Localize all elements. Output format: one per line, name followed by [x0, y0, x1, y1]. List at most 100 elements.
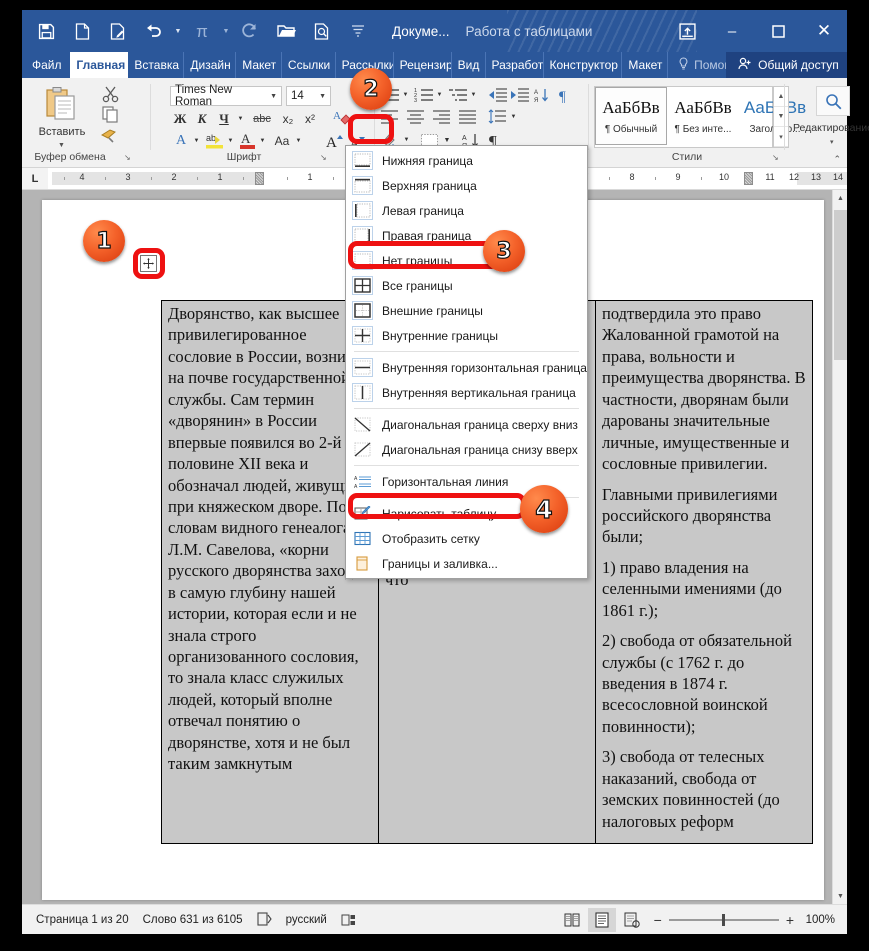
menu-item-border-outside[interactable]: Внешние границы: [346, 298, 587, 323]
style-card-no-spacing[interactable]: АаБбВв ¶ Без инте...: [667, 87, 739, 145]
tab-developer[interactable]: Разработчик: [486, 52, 544, 78]
customize-qat-icon[interactable]: [340, 12, 376, 50]
open-icon[interactable]: [268, 12, 304, 50]
menu-item-border-bottom[interactable]: Нижняя граница: [346, 148, 587, 173]
zoom-out-button[interactable]: −: [654, 912, 662, 928]
tab-design[interactable]: Дизайн: [184, 52, 237, 78]
undo-dropdown-caret[interactable]: ▼: [172, 12, 184, 50]
language-indicator[interactable]: русский: [286, 914, 327, 926]
menu-item-border-all[interactable]: Все границы: [346, 273, 587, 298]
text-effects-icon[interactable]: A: [172, 132, 190, 150]
font-size-input[interactable]: 14 ▼: [286, 86, 331, 106]
tab-layout[interactable]: Макет: [236, 52, 282, 78]
copy-icon[interactable]: [102, 106, 119, 128]
paste-button-label[interactable]: Вставить: [33, 126, 91, 138]
style-card-normal[interactable]: АаБбВв ¶ Обычный: [595, 87, 667, 145]
scrollbar-thumb[interactable]: [834, 210, 847, 360]
zoom-percentage[interactable]: 100%: [801, 914, 835, 926]
table-cell-right[interactable]: подтвердила это право Жалованной грамото…: [595, 299, 813, 845]
zoom-slider-handle[interactable]: [721, 913, 725, 926]
numbered-list-caret[interactable]: ▼: [435, 89, 444, 101]
font-color-caret[interactable]: ▼: [258, 134, 267, 148]
left-indent-marker[interactable]: [255, 172, 264, 185]
menu-item-border-diagonal-down[interactable]: Диагональная граница сверху вниз: [346, 412, 587, 437]
macro-record-icon[interactable]: [341, 913, 356, 927]
zoom-control[interactable]: − + 100%: [654, 912, 835, 928]
strikethrough-button[interactable]: abc: [249, 111, 275, 127]
tab-tell-me[interactable]: Помощник: [668, 52, 726, 78]
styles-more-icon[interactable]: ▾: [774, 127, 788, 147]
change-case-button[interactable]: Aa: [270, 132, 294, 150]
zoom-slider[interactable]: [668, 913, 779, 926]
tab-share[interactable]: Общий доступ: [726, 52, 847, 78]
grow-font-icon[interactable]: A: [326, 132, 346, 155]
text-effects-caret[interactable]: ▼: [192, 134, 201, 148]
read-mode-icon[interactable]: [558, 908, 586, 932]
format-painter-icon[interactable]: [100, 126, 119, 148]
magnifier-icon[interactable]: [816, 86, 850, 116]
close-button[interactable]: ✕: [801, 10, 847, 52]
paragraph-marks-icon[interactable]: ¶: [558, 87, 573, 108]
tab-table-design[interactable]: Конструктор: [544, 52, 623, 78]
save-icon[interactable]: [28, 12, 64, 50]
tab-view[interactable]: Вид: [452, 52, 486, 78]
line-spacing-caret[interactable]: ▼: [509, 111, 518, 123]
subscript-button[interactable]: x₂: [278, 111, 298, 127]
tab-references[interactable]: Ссылки: [282, 52, 336, 78]
menu-item-border-inside-horizontal[interactable]: Внутренняя горизонтальная граница: [346, 355, 587, 380]
tab-file[interactable]: Файл: [22, 52, 70, 78]
menu-item-border-left[interactable]: Левая граница: [346, 198, 587, 223]
tab-table-layout[interactable]: Макет: [622, 52, 669, 78]
menu-item-border-inside-vertical[interactable]: Внутренняя вертикальная граница: [346, 380, 587, 405]
menu-item-borders-and-shading[interactable]: Границы и заливка...: [346, 551, 587, 576]
scroll-up-icon[interactable]: ▲: [833, 190, 847, 206]
clipboard-dialog-launcher[interactable]: ↘: [124, 153, 131, 162]
zoom-in-button[interactable]: +: [786, 912, 794, 928]
maximize-restore-button[interactable]: [755, 10, 801, 52]
tab-stop-selector[interactable]: L: [22, 168, 48, 189]
menu-item-border-inside[interactable]: Внутренние границы: [346, 323, 587, 348]
align-center-icon[interactable]: [406, 109, 425, 129]
collapse-ribbon-icon[interactable]: ⌃: [833, 154, 841, 165]
multilevel-list-caret[interactable]: ▼: [469, 89, 478, 101]
numbered-list-icon[interactable]: 123: [414, 87, 434, 108]
superscript-button[interactable]: x²: [300, 111, 320, 127]
tab-home[interactable]: Главная: [70, 52, 129, 78]
styles-gallery-scrollbar[interactable]: ▲ ▼ ▾: [773, 86, 789, 148]
vertical-scrollbar[interactable]: ▲ ▼: [832, 190, 847, 904]
editing-label[interactable]: Редактирование: [788, 122, 869, 134]
justify-icon[interactable]: [458, 109, 477, 129]
tab-review[interactable]: Рецензирование: [394, 52, 452, 78]
page-indicator[interactable]: Страница 1 из 20: [36, 914, 129, 926]
minimize-button[interactable]: –: [709, 10, 755, 52]
font-size-caret[interactable]: ▼: [319, 93, 326, 100]
paste-icon[interactable]: [44, 86, 78, 127]
increase-indent-icon[interactable]: [510, 87, 529, 108]
highlight-caret[interactable]: ▼: [226, 134, 235, 148]
right-indent-marker[interactable]: [744, 172, 753, 185]
underline-button[interactable]: Ч: [216, 110, 232, 128]
quick-print-icon[interactable]: [100, 12, 136, 50]
menu-item-border-diagonal-up[interactable]: Диагональная граница снизу вверх: [346, 437, 587, 462]
menu-item-border-top[interactable]: Верхняя граница: [346, 173, 587, 198]
word-count[interactable]: Слово 631 из 6105: [143, 914, 243, 926]
styles-dialog-launcher[interactable]: ↘: [772, 153, 779, 162]
underline-caret[interactable]: ▼: [236, 112, 245, 126]
bold-button[interactable]: Ж: [172, 110, 188, 128]
italic-button[interactable]: К: [194, 110, 210, 128]
decrease-indent-icon[interactable]: [488, 87, 507, 108]
sort-az-icon[interactable]: AЯ: [534, 87, 553, 108]
change-case-caret[interactable]: ▼: [294, 134, 303, 148]
align-right-icon[interactable]: [432, 109, 451, 129]
multilevel-list-icon[interactable]: [448, 87, 468, 108]
undo-icon[interactable]: [136, 12, 172, 50]
print-preview-icon[interactable]: [304, 12, 340, 50]
line-spacing-icon[interactable]: [488, 109, 507, 129]
paste-dropdown-caret[interactable]: ▼: [58, 142, 65, 149]
scroll-down-icon[interactable]: ▼: [833, 888, 847, 904]
spelling-check-icon[interactable]: [257, 912, 272, 927]
font-name-input[interactable]: Times New Roman ▼: [170, 84, 282, 108]
styles-scroll-down-icon[interactable]: ▼: [774, 107, 788, 127]
print-layout-icon[interactable]: [587, 907, 616, 932]
font-name-caret[interactable]: ▼: [270, 93, 277, 100]
